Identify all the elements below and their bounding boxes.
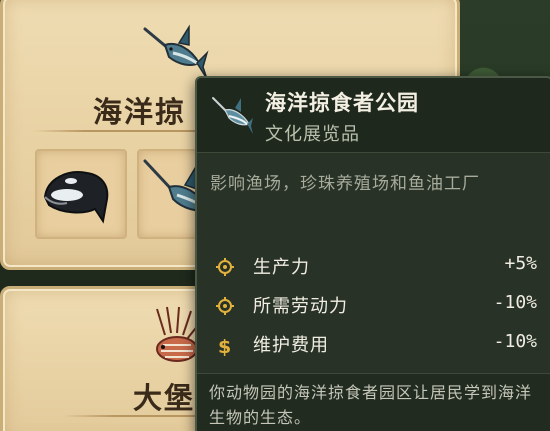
stat-row-productivity: 生产力 +5%	[215, 253, 537, 283]
dollar-icon: $	[215, 335, 235, 358]
stat-row-workforce: 所需劳动力 -10%	[215, 292, 537, 322]
stat-label: 所需劳动力	[253, 296, 348, 317]
orca-icon	[37, 151, 125, 237]
exhibit-tooltip: 海洋掠食者公园 文化展览品 影响渔场，珍珠养殖场和鱼油工厂 生产力 +5% 所需…	[195, 76, 550, 431]
stat-row-maintenance: $ 维护费用 -10%	[215, 331, 537, 361]
gear-icon	[215, 296, 235, 316]
gear-icon	[215, 257, 235, 277]
swordfish-icon	[211, 94, 253, 140]
stat-value: -10%	[493, 331, 537, 352]
stat-value: -10%	[493, 292, 537, 313]
tooltip-footer: 你动物园的海洋掠食者园区让居民学到海洋生物的生态。	[197, 373, 550, 431]
animal-slot[interactable]	[35, 149, 127, 239]
swordfish-icon	[143, 23, 209, 83]
tooltip-subtitle: 文化展览品	[265, 124, 360, 145]
stat-label: 生产力	[253, 257, 310, 278]
stat-label: 维护费用	[253, 335, 329, 356]
stat-value: +5%	[504, 253, 537, 274]
tooltip-title: 海洋掠食者公园	[265, 91, 419, 115]
tooltip-flavor-text: 你动物园的海洋掠食者园区让居民学到海洋生物的生态。	[209, 383, 533, 427]
tooltip-description: 影响渔场，珍珠养殖场和鱼油工厂	[210, 174, 480, 194]
tooltip-header: 海洋掠食者公园 文化展览品	[197, 78, 550, 153]
svg-text:$: $	[218, 336, 231, 357]
